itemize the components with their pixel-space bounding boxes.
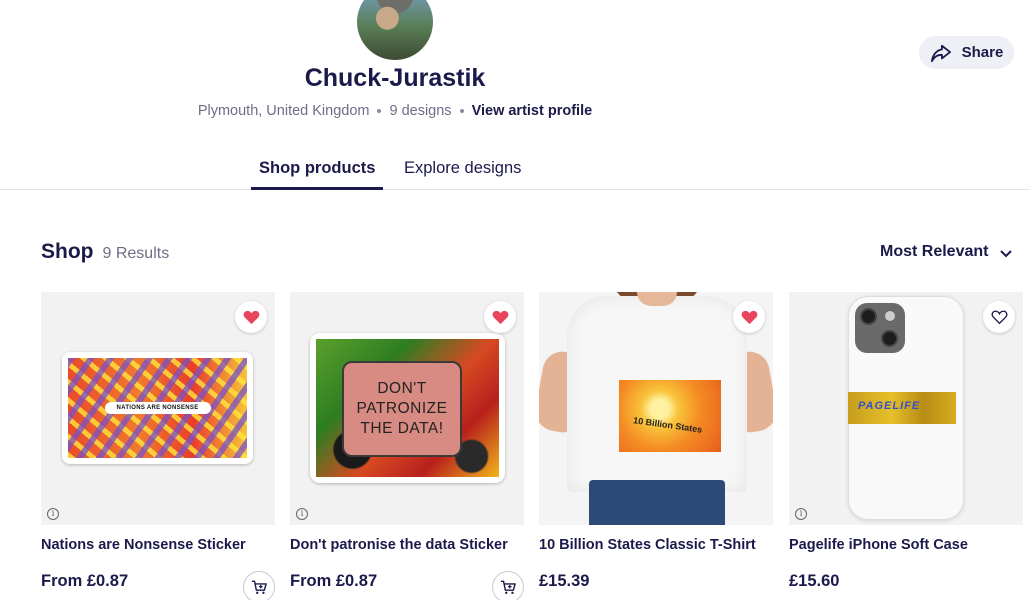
cart-plus-icon xyxy=(500,580,516,594)
view-artist-profile-link[interactable]: View artist profile xyxy=(472,103,593,119)
product-name[interactable]: Don't patronise the data Sticker xyxy=(290,537,524,553)
product-image[interactable]: DON'T PATRONIZE THE DATA! i xyxy=(290,292,524,525)
share-label: Share xyxy=(961,44,1004,61)
product-card[interactable]: DON'T PATRONIZE THE DATA! i Don't patronis… xyxy=(290,292,524,600)
artist-name: Chuck-Jurastik xyxy=(304,64,486,92)
artist-design-count: 9 designs xyxy=(389,103,452,119)
add-to-cart-button[interactable] xyxy=(492,571,524,600)
favorite-button[interactable] xyxy=(235,301,267,333)
product-price: £15.39 xyxy=(539,572,590,590)
product-image[interactable]: NATIONS ARE NONSENSE i xyxy=(41,292,275,525)
separator-dot xyxy=(459,109,464,114)
product-name[interactable]: Pagelife iPhone Soft Case xyxy=(789,537,1023,553)
heart-filled-icon xyxy=(741,310,757,324)
info-icon[interactable]: i xyxy=(47,508,59,520)
tab-explore-designs[interactable]: Explore designs xyxy=(404,159,521,190)
heart-filled-icon xyxy=(243,310,259,324)
product-name[interactable]: 10 Billion States Classic T-Shirt xyxy=(539,537,773,553)
favorite-button[interactable] xyxy=(983,301,1015,333)
art-text: NATIONS ARE NONSENSE xyxy=(104,402,211,414)
artist-meta: Plymouth, United Kingdom 9 designs View ar… xyxy=(0,103,790,119)
camera-module xyxy=(855,303,905,353)
product-price: £15.60 xyxy=(789,572,840,590)
info-icon[interactable]: i xyxy=(296,508,308,520)
sort-dropdown[interactable]: Most Relevant xyxy=(880,243,1013,261)
sticker-preview: NATIONS ARE NONSENSE xyxy=(62,352,253,464)
art-text: DON'T PATRONIZE THE DATA! xyxy=(342,361,462,457)
product-price: From £0.87 xyxy=(290,572,378,590)
favorite-button[interactable] xyxy=(733,301,765,333)
shop-title: Shop xyxy=(41,240,94,263)
heart-outline-icon xyxy=(991,310,1007,324)
product-name[interactable]: Nations are Nonsense Sticker xyxy=(41,537,275,553)
product-card[interactable]: NATIONS ARE NONSENSE i Nations are Nonse… xyxy=(41,292,275,600)
chevron-down-icon xyxy=(1000,249,1013,257)
artist-avatar xyxy=(357,0,433,60)
product-card[interactable]: 10 Billion States 10 Billion States Clas… xyxy=(539,292,773,591)
artist-location: Plymouth, United Kingdom xyxy=(197,103,370,119)
share-button[interactable]: Share xyxy=(919,36,1014,69)
heart-filled-icon xyxy=(492,310,508,324)
model-jeans xyxy=(589,480,725,525)
separator-dot xyxy=(377,109,382,114)
add-to-cart-button[interactable] xyxy=(243,571,275,600)
product-card[interactable]: PAGELIFE i Pagelife iPhone Soft Case £15… xyxy=(789,292,1023,591)
product-image[interactable]: PAGELIFE i xyxy=(789,292,1023,525)
results-count: 9 Results xyxy=(102,245,170,262)
shop-header: Shop 9 Results xyxy=(41,240,169,264)
share-icon xyxy=(930,44,951,62)
tab-shop-products[interactable]: Shop products xyxy=(251,159,384,190)
art-text: PAGELIFE xyxy=(858,400,921,412)
cart-plus-icon xyxy=(251,580,267,594)
art-text: 10 Billion States xyxy=(632,415,703,435)
favorite-button[interactable] xyxy=(484,301,516,333)
tab-bar: Shop products Explore designs xyxy=(0,150,1030,190)
info-icon[interactable]: i xyxy=(795,508,807,520)
sticker-preview: DON'T PATRONIZE THE DATA! xyxy=(310,333,505,483)
case-print: PAGELIFE xyxy=(848,392,956,424)
shirt-print: 10 Billion States xyxy=(619,380,721,452)
sort-label: Most Relevant xyxy=(880,243,989,260)
product-price: From £0.87 xyxy=(41,572,129,590)
product-image[interactable]: 10 Billion States xyxy=(539,292,773,525)
